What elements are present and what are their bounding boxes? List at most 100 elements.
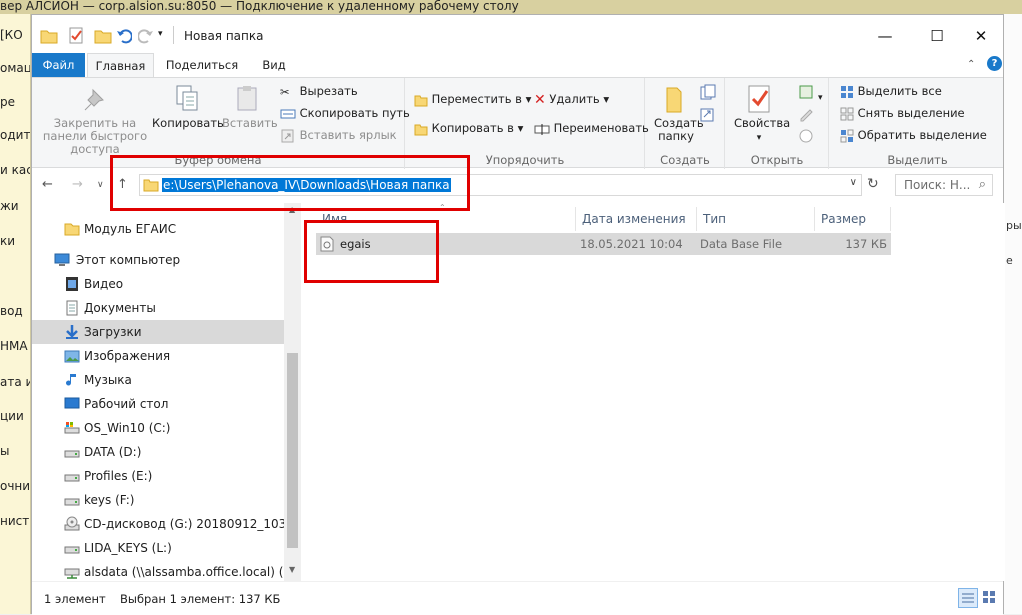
column-date[interactable]: Дата изменения [576, 207, 697, 231]
delete-button[interactable]: ✕ Удалить ▾ [534, 90, 609, 108]
file-row[interactable]: egais 18.05.2021 10:04 Data Base File 13… [316, 233, 891, 255]
background-app-right: ры е [1004, 14, 1022, 614]
shortcut-icon [281, 129, 294, 142]
nav-item-7[interactable]: Рабочий стол [32, 392, 284, 416]
column-name[interactable]: Имя [316, 207, 576, 231]
music-icon [66, 374, 76, 386]
address-dropdown-icon[interactable]: ∨ [850, 177, 857, 188]
undo-icon[interactable] [116, 27, 132, 45]
help-icon[interactable]: ? [987, 56, 1002, 71]
nav-item-label: Музыка [84, 373, 132, 387]
paste-shortcut-button[interactable]: Вставить ярлык [280, 126, 397, 144]
nav-item-label: Изображения [84, 349, 171, 363]
drive-icon [64, 546, 80, 554]
column-size[interactable]: Размер [815, 207, 891, 231]
properties-icon[interactable] [68, 27, 84, 45]
maximize-button[interactable]: ☐ [914, 23, 960, 49]
ribbon-collapse-icon[interactable]: ⌃ [967, 59, 975, 70]
nav-item-9[interactable]: DATA (D:) [32, 440, 284, 464]
search-input[interactable]: Поиск: Н... ⌕ [895, 174, 993, 196]
nav-item-14[interactable]: alsdata (\\alssamba.office.local) (Z:) [32, 560, 300, 581]
folder-icon [143, 179, 159, 192]
nav-item-4[interactable]: Загрузки [32, 320, 284, 344]
tab-file[interactable]: Файл [32, 53, 85, 78]
up-button[interactable]: ↑ [117, 177, 128, 192]
nav-item-5[interactable]: Изображения [32, 344, 284, 368]
nav-item-12[interactable]: CD-дисковод (G:) 20180912_103536 [32, 512, 300, 536]
nav-item-0[interactable]: Модуль ЕГАИС [32, 217, 284, 241]
cut-button[interactable]: ✂ Вырезать [280, 82, 358, 100]
open-button[interactable]: ▾ [798, 84, 823, 103]
select-all-button[interactable]: Выделить все [840, 82, 942, 100]
scroll-up-icon[interactable]: ▲ [289, 205, 295, 214]
close-button[interactable]: ✕ [958, 23, 1004, 49]
nav-item-13[interactable]: LIDA_KEYS (L:) [32, 536, 284, 560]
clipboard-group: Закрепить на панели быстрого доступа Коп… [32, 78, 410, 169]
properties-button[interactable]: Свойства ▾ [734, 84, 790, 145]
recent-locations-button[interactable]: ∨ [97, 180, 104, 190]
clipboard-group-label: Буфер обмена [174, 153, 262, 167]
nav-item-11[interactable]: keys (F:) [32, 488, 284, 512]
details-view-button[interactable] [958, 588, 978, 608]
large-icons-view-icon [983, 591, 995, 603]
nav-item-label: Рабочий стол [84, 397, 169, 411]
nav-item-6[interactable]: Музыка [32, 368, 284, 392]
rename-button[interactable]: Переименовать [534, 119, 649, 137]
os-drive-icon [64, 422, 80, 434]
easy-access-icon [700, 108, 714, 122]
nav-item-3[interactable]: Документы [32, 296, 284, 320]
nav-scrollbar[interactable]: ▲ ▼ [284, 203, 301, 581]
scroll-thumb[interactable] [287, 353, 298, 548]
paste-icon [237, 86, 257, 111]
easy-access-button[interactable] [698, 106, 720, 127]
paste-button[interactable]: Вставить [222, 84, 278, 130]
nav-item-label: LIDA_KEYS (L:) [84, 541, 172, 555]
file-size: 137 КБ [845, 237, 887, 251]
file-name[interactable]: egais [340, 233, 371, 255]
new-folder-icon[interactable] [94, 27, 112, 45]
tab-view[interactable]: Вид [254, 53, 294, 78]
database-file-icon [320, 236, 334, 252]
tab-share[interactable]: Поделиться [162, 53, 242, 78]
nav-item-10[interactable]: Profiles (E:) [32, 464, 284, 488]
selection-info: Выбран 1 элемент: 137 КБ [120, 592, 281, 606]
tab-home[interactable]: Главная [87, 53, 154, 78]
forward-button[interactable]: → [72, 177, 83, 192]
new-group: Создать папку Создать [646, 78, 725, 169]
properties-icon [748, 85, 770, 113]
nav-item-label: Этот компьютер [76, 253, 181, 267]
nav-item-label: alsdata (\\alssamba.office.local) (Z:) [84, 565, 300, 579]
back-button[interactable]: ← [42, 177, 53, 192]
open-group: Свойства ▾ ▾ Открыть [726, 78, 829, 169]
edit-icon [800, 109, 813, 122]
nav-item-8[interactable]: OS_Win10 (C:) [32, 416, 284, 440]
copy-to-button[interactable]: Копировать в ▾ [414, 119, 523, 137]
nav-item-2[interactable]: Видео [32, 272, 284, 296]
redo-icon [138, 29, 153, 44]
address-field[interactable]: e:\Users\Plehanova_IV\Downloads\Новая па… [139, 174, 862, 196]
nav-item-1[interactable]: Этот компьютер [32, 248, 284, 272]
drive-icon [64, 474, 80, 482]
open-group-label: Открыть [750, 153, 804, 167]
folder-icon [40, 30, 58, 44]
customize-qat-icon[interactable]: ▾ [158, 29, 163, 47]
refresh-icon[interactable]: ↻ [867, 176, 879, 192]
history-icon [799, 129, 813, 143]
address-path[interactable]: e:\Users\Plehanova_IV\Downloads\Новая па… [162, 178, 451, 192]
copy-path-button[interactable]: Скопировать путь [280, 104, 410, 122]
pin-quick-access-button[interactable]: Закрепить на панели быстрого доступа [36, 84, 154, 156]
new-item-button[interactable] [698, 84, 720, 105]
column-type[interactable]: Тип [697, 207, 815, 231]
scroll-down-icon[interactable]: ▼ [289, 565, 295, 574]
select-none-button[interactable]: Снять выделение [840, 104, 965, 122]
history-button[interactable] [798, 128, 818, 147]
copy-button[interactable]: Копировать [152, 84, 224, 130]
move-to-button[interactable]: Переместить в ▾ [414, 90, 531, 108]
invert-selection-button[interactable]: Обратить выделение [840, 126, 987, 144]
file-list: Имя ⌃ Дата изменения Тип Размер egais 18… [302, 203, 1005, 581]
new-folder-button[interactable]: Создать папку [654, 84, 704, 143]
minimize-button[interactable]: — [862, 23, 908, 49]
edit-button[interactable] [798, 106, 818, 125]
large-icons-view-button[interactable] [980, 588, 1000, 608]
nav-item-label: CD-дисковод (G:) 20180912_103536 [84, 517, 300, 531]
